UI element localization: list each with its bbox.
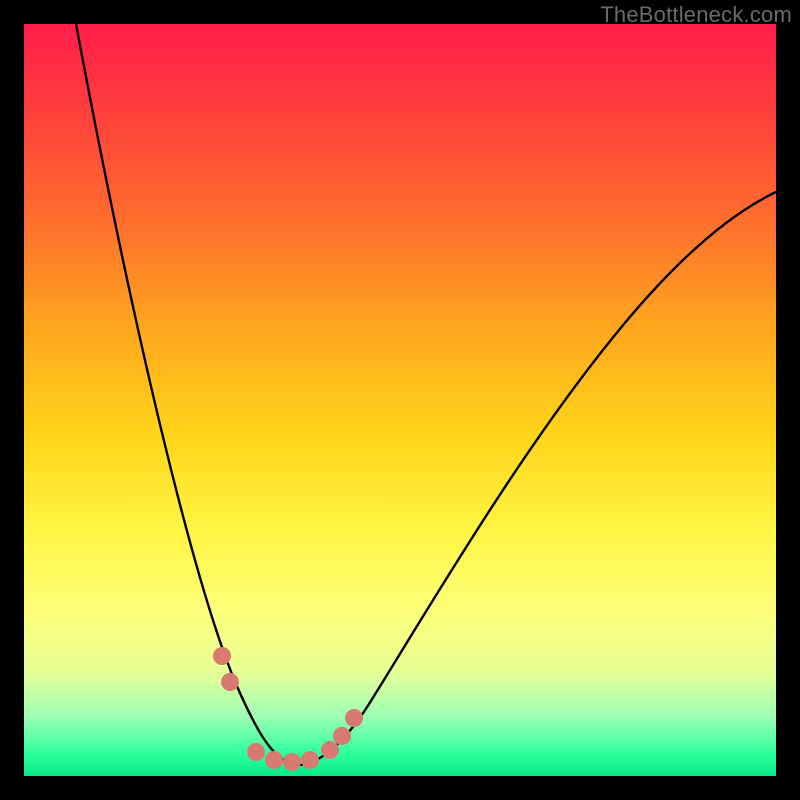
watermark-text: TheBottleneck.com bbox=[600, 2, 792, 28]
chart-frame: TheBottleneck.com bbox=[0, 0, 800, 800]
chart-plot-area bbox=[24, 24, 776, 776]
bottleneck-curve-svg bbox=[24, 24, 776, 776]
bottleneck-curve-path bbox=[76, 24, 776, 765]
optimal-range-markers bbox=[213, 647, 363, 771]
